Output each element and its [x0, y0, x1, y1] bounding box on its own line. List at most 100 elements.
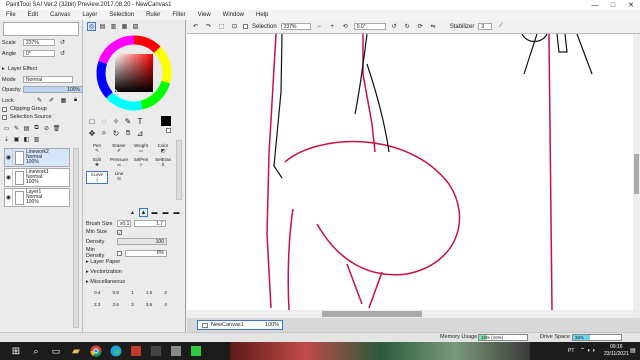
menu-window[interactable]: Window	[223, 12, 244, 18]
visibility-eye-icon[interactable]: ◉	[5, 149, 13, 166]
tool-color[interactable]: Color ◩	[152, 143, 174, 155]
notification-icon[interactable]: ▤	[630, 347, 636, 354]
new-layer-button[interactable]: ▭	[2, 124, 11, 133]
invert-selection-icon[interactable]: ⊡	[230, 22, 239, 31]
scrollbar-thumb[interactable]	[322, 311, 422, 317]
min-size-checkbox[interactable]: ✓	[117, 229, 122, 235]
layer-effect-label[interactable]: Layer Effect	[8, 66, 37, 72]
brush-shape-2[interactable]: ▲	[139, 208, 148, 217]
start-windows-icon[interactable]: ⊞	[8, 343, 24, 359]
apply-mask-button[interactable]: ▣	[12, 135, 21, 144]
size-preset[interactable]: 1	[131, 290, 134, 295]
redo-icon[interactable]: ↷	[204, 22, 213, 31]
layer-paper-section[interactable]: Layer Paper	[90, 259, 120, 265]
layer-row-linework2[interactable]: ◉ Linework2 Normal 100%	[4, 148, 70, 167]
primary-color-swatch[interactable]	[161, 116, 171, 126]
brush-shape-3[interactable]: ▬	[150, 208, 159, 217]
rgb-slider-mode-icon[interactable]: ▤	[98, 22, 107, 31]
close-button[interactable]: ✕	[622, 0, 640, 10]
visibility-eye-icon[interactable]: ◉	[5, 189, 13, 206]
brush-shape-5[interactable]: ▬	[172, 208, 181, 217]
tool-seleras[interactable]: SelEras ⊻	[152, 157, 174, 169]
flip-icon[interactable]: ⇋	[429, 22, 438, 31]
zoom-icon[interactable]: ⌕	[99, 128, 109, 138]
tool-pressure[interactable]: Pressure ⚌	[108, 157, 130, 169]
layer-mask-button[interactable]: ◧	[22, 135, 31, 144]
canvas-horizontal-scrollbar[interactable]	[187, 310, 633, 318]
menu-selection[interactable]: Selection	[109, 12, 134, 18]
rotate-right-icon[interactable]: ↻	[403, 22, 412, 31]
angle-field[interactable]: 0°	[23, 50, 55, 57]
visibility-eye-icon[interactable]: ◉	[5, 169, 13, 186]
search-icon[interactable]: ⌕	[28, 343, 44, 359]
menu-edit[interactable]: Edit	[28, 12, 38, 18]
brush-shape-1[interactable]: ▴	[128, 208, 137, 217]
menu-ruler[interactable]: Ruler	[146, 12, 160, 18]
undo-icon[interactable]: ↶	[191, 22, 200, 31]
lock-pixels-icon[interactable]: ✎	[35, 96, 44, 105]
app-icon-dark[interactable]	[148, 343, 164, 359]
rotate-left-icon[interactable]: ↺	[390, 22, 399, 31]
delete-layer-button[interactable]: 🗑︎	[52, 124, 61, 133]
pen-tool-icon[interactable]: ✎	[123, 116, 133, 126]
chrome-icon[interactable]	[88, 343, 104, 359]
magic-wand-icon[interactable]: ✧	[111, 116, 121, 126]
scale-field[interactable]: 237%	[23, 39, 55, 46]
selection-source-checkbox[interactable]	[2, 114, 7, 120]
scratchpad-mode-icon[interactable]: ▧	[131, 22, 140, 31]
menu-help[interactable]: Help	[256, 12, 268, 18]
hand-icon[interactable]: ✋︎	[123, 128, 133, 138]
document-tab[interactable]: NewCanvas1 100%	[197, 320, 283, 330]
size-preset[interactable]: 2.6	[113, 302, 119, 307]
brush-shape-4[interactable]: ▬	[161, 208, 170, 217]
size-preset[interactable]: 2	[164, 290, 167, 295]
hsv-slider-mode-icon[interactable]: ▥	[109, 22, 118, 31]
color-wheel[interactable]	[95, 34, 173, 112]
miscellaneous-section[interactable]: Miscellaneous	[90, 279, 125, 285]
zoom-reset-icon[interactable]: ⟲	[341, 22, 350, 31]
clear-layer-button[interactable]: ⊘	[42, 124, 51, 133]
tool-eraser[interactable]: Eraser ✐	[108, 143, 130, 155]
lock-brush-icon[interactable]: ✐	[47, 96, 56, 105]
size-preset[interactable]: 3.5	[146, 302, 152, 307]
canvas-vertical-scrollbar[interactable]	[633, 34, 640, 310]
tool-selpen[interactable]: SelPen ⊹	[130, 157, 152, 169]
tray-icons[interactable]: ⌃ ◖ ◗	[580, 347, 596, 354]
tool-weight[interactable]: Weight ▭	[130, 143, 152, 155]
deselect-icon[interactable]: ⬚	[217, 22, 226, 31]
opacity-slider[interactable]: 100%	[23, 86, 83, 93]
text-tool-icon[interactable]: T	[135, 116, 145, 126]
tool-line[interactable]: Line N	[108, 171, 130, 183]
copy-layer-button[interactable]: ⧉	[32, 124, 41, 133]
lasso-icon[interactable]: ◌	[99, 116, 109, 126]
eyedropper-icon[interactable]: ⊿	[135, 128, 145, 138]
brush-size-slider[interactable]: 1.7	[134, 220, 166, 227]
app-icon-red[interactable]	[128, 343, 144, 359]
scale-reset-button[interactable]: ↺	[58, 38, 67, 47]
navigator-preview[interactable]	[3, 22, 79, 36]
menu-layer[interactable]: Layer	[82, 12, 97, 18]
selection-checkbox[interactable]	[243, 24, 248, 29]
swatches-mode-icon[interactable]: ▦	[120, 22, 129, 31]
drawing-canvas[interactable]	[187, 34, 633, 310]
merge-down-button[interactable]: ⇣	[2, 135, 11, 144]
size-preset[interactable]: 0.8	[113, 290, 119, 295]
angle-select[interactable]: 0.0°	[353, 23, 386, 30]
zoom-select[interactable]: 237%	[280, 23, 311, 30]
edge-icon[interactable]	[108, 343, 124, 359]
menu-filter[interactable]: Filter	[172, 12, 185, 18]
min-density-checkbox[interactable]	[117, 250, 122, 256]
tool-curve[interactable]: Curve ∫	[86, 171, 108, 184]
pen-slash-icon[interactable]: ⟋	[496, 22, 505, 31]
size-preset[interactable]: 2.3	[94, 302, 100, 307]
layer-list-scrollbar[interactable]	[73, 148, 79, 328]
zoom-in-icon[interactable]: +	[328, 22, 337, 31]
secondary-color-swatch[interactable]	[166, 128, 171, 133]
scrollbar-thumb[interactable]	[634, 154, 639, 194]
rotate-icon[interactable]: ↻	[111, 128, 121, 138]
lock-alpha-icon[interactable]: ▦	[59, 96, 68, 105]
task-view-icon[interactable]: ▭	[48, 343, 64, 359]
lock-icon[interactable]: 🔒︎	[71, 96, 80, 105]
tray-language[interactable]: PT	[568, 348, 574, 354]
tool-edit[interactable]: Edit ✚	[86, 157, 108, 169]
